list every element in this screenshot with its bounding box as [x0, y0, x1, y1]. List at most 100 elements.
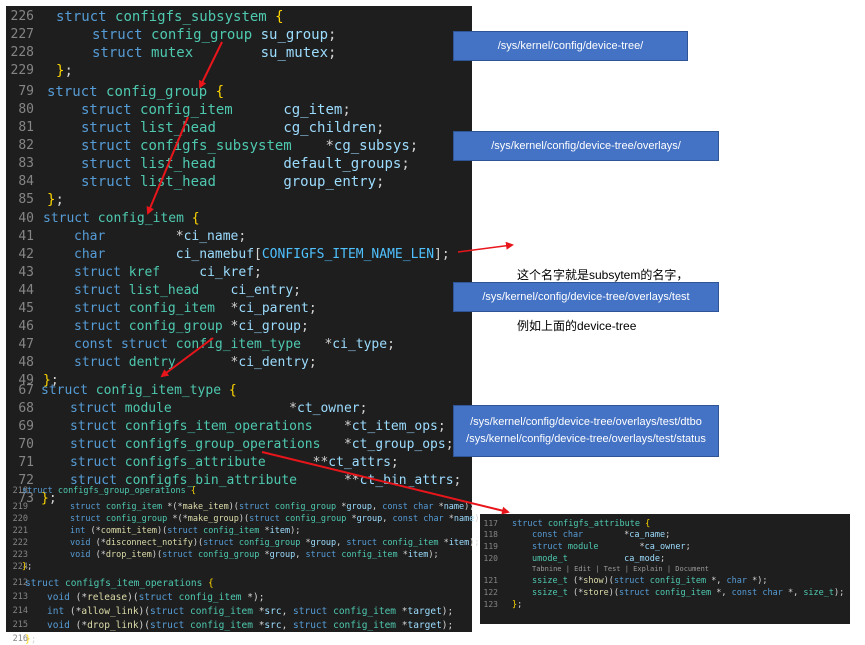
code-token: ;	[387, 337, 395, 352]
line-number: 79	[18, 84, 34, 99]
code-text: struct configfs_item_operations *ct_item…	[70, 419, 446, 434]
code-text: char ci_namebuf[CONFIGFS_ITEM_NAME_LEN];	[74, 247, 450, 262]
code-token: group	[346, 502, 373, 512]
line-number: 213	[12, 592, 28, 602]
line-number: 42	[18, 247, 34, 262]
line-number: 226	[10, 9, 34, 24]
code-token: ct_group_ops	[351, 437, 446, 452]
code-token: struct	[138, 592, 179, 603]
code-token: ;	[359, 401, 368, 416]
code-token: struct	[293, 606, 334, 617]
code-text: struct list_head group_entry;	[81, 174, 384, 190]
code-token: *	[325, 138, 334, 154]
code-token: (*	[90, 526, 101, 536]
code-token: );	[464, 502, 475, 512]
code-token: struct	[81, 174, 141, 190]
code-token: drop_item	[105, 550, 152, 560]
code-token: default_groups	[283, 156, 402, 172]
code-token: struct	[162, 550, 198, 560]
code-text: void (*release)(struct config_item *);	[47, 592, 264, 603]
code-token: drop_link	[87, 620, 139, 631]
code-token: const struct	[74, 337, 176, 352]
code-token: *,	[711, 576, 727, 586]
code-token: ;	[308, 355, 317, 370]
code-token: struct	[70, 502, 106, 512]
code-token: config_item	[128, 301, 231, 316]
code-token: ssize_t	[532, 588, 573, 598]
line-number: 221	[12, 526, 28, 536]
code-text: ssize_t (*show)(struct config_item *, ch…	[532, 576, 768, 586]
code-text: struct configfs_attribute {	[512, 519, 650, 529]
code-token: config_group	[106, 84, 216, 100]
code-token: const char	[392, 514, 449, 524]
code-text: struct list_head default_groups;	[81, 156, 410, 172]
code-token: configfs_item_operations	[124, 419, 344, 434]
code-token: configfs_subsystem	[115, 9, 276, 25]
code-token: {	[191, 211, 200, 226]
code-token: ;	[238, 229, 247, 244]
code-token: list_head	[140, 156, 284, 172]
code-token: {	[645, 519, 651, 529]
code-token: void	[70, 538, 96, 548]
code-token: config_item_type	[95, 383, 229, 398]
code-text: struct kref ci_kref;	[74, 265, 262, 280]
code-token: (*	[572, 576, 584, 586]
code-token: struct	[74, 355, 129, 370]
code-text: struct config_item {	[43, 211, 200, 226]
code-token: struct	[305, 550, 342, 560]
code-token: *(	[172, 514, 183, 524]
code-token: struct	[81, 120, 141, 136]
code-token: ;	[665, 530, 671, 540]
code-token: ci_entry	[230, 283, 294, 298]
code-token: list_head	[128, 283, 231, 298]
code-token: );	[290, 526, 301, 536]
label-status-text: /sys/kernel/config/device-tree/overlays/…	[466, 433, 706, 445]
code-token: ,	[336, 538, 347, 548]
code-token: src	[264, 620, 282, 631]
code-text: };	[47, 192, 64, 208]
line-number: 80	[18, 102, 34, 117]
line-number: 45	[18, 301, 34, 316]
code-token: struct	[74, 319, 129, 334]
label-device-tree-text: /sys/kernel/config/device-tree/	[497, 39, 644, 52]
code-token: store	[583, 588, 609, 598]
code-text: struct configfs_group_operations {	[22, 486, 196, 496]
code-text: };	[25, 634, 36, 645]
code-token: )(	[603, 576, 614, 586]
code-token: )(	[151, 550, 163, 560]
code-token: Tabnine | Edit | Test | Explain | Docume…	[532, 565, 710, 573]
code-token: config_item	[105, 502, 168, 512]
code-token: ;	[293, 283, 301, 298]
code-token: struct	[92, 45, 152, 61]
line-number: 46	[18, 319, 34, 334]
code-token: src	[264, 606, 282, 617]
code-token: **	[312, 455, 329, 470]
code-token: ;	[342, 102, 351, 118]
code-token: struct	[92, 27, 152, 43]
code-token: configfs_attribute	[547, 519, 646, 529]
code-token: ci_dentry	[238, 355, 309, 370]
code-token: config_item	[190, 606, 259, 617]
code-token: configfs_subsystem	[140, 138, 326, 154]
code-token: show	[583, 576, 604, 586]
code-token: );	[469, 538, 480, 548]
code-token: config_item	[178, 592, 248, 603]
code-token: char	[74, 229, 176, 244]
line-number: 81	[18, 120, 34, 135]
code-token: disconnect_notify	[105, 538, 193, 548]
code-text: void (*drop_item)(struct config_group *g…	[70, 550, 439, 560]
code-token: ct_item_ops	[351, 419, 438, 434]
code-token: *,	[716, 588, 732, 598]
code-token: struct	[81, 138, 141, 154]
code-token: module	[567, 542, 640, 552]
code-token: config_group	[151, 27, 261, 43]
code-token: mutex	[151, 45, 261, 61]
code-token: ;	[55, 192, 64, 208]
code-text: struct config_group *(*make_group)(struc…	[70, 514, 485, 524]
code-token: struct	[41, 383, 96, 398]
code-text: umode_t ca_mode;	[532, 554, 665, 564]
code-token: config_item	[382, 538, 444, 548]
code-token: char	[74, 247, 176, 262]
code-token: group	[310, 538, 337, 548]
code-token: ;	[409, 138, 419, 154]
